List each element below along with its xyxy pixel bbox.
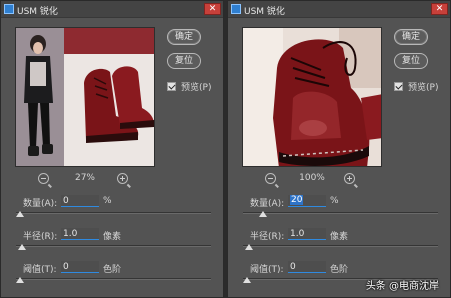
close-button[interactable]: ✕ bbox=[204, 3, 221, 15]
close-button[interactable]: ✕ bbox=[431, 3, 448, 15]
radius-slider[interactable] bbox=[243, 244, 438, 250]
threshold-slider[interactable] bbox=[15, 277, 211, 283]
threshold-slider-thumb[interactable] bbox=[242, 277, 251, 283]
amount-slider-thumb[interactable] bbox=[258, 211, 267, 217]
amount-input[interactable]: 20 bbox=[288, 195, 326, 207]
preview-checkbox[interactable]: 预览(P) bbox=[394, 80, 439, 93]
threshold-slider-thumb[interactable] bbox=[15, 277, 24, 283]
preview-photo bbox=[243, 28, 381, 166]
radius-unit: 像素 bbox=[103, 232, 122, 242]
preview-photo bbox=[16, 28, 154, 166]
zoom-controls: 100% bbox=[242, 173, 382, 188]
amount-input[interactable] bbox=[61, 195, 99, 207]
zoom-in-icon[interactable] bbox=[344, 173, 358, 188]
ok-button[interactable]: 确定 bbox=[394, 29, 428, 45]
threshold-label: 阈值(T): bbox=[23, 265, 57, 275]
radius-label: 半径(R): bbox=[23, 232, 58, 242]
radius-slider-thumb[interactable] bbox=[244, 244, 253, 250]
threshold-label: 阈值(T): bbox=[250, 265, 284, 275]
zoom-out-icon[interactable] bbox=[265, 173, 279, 188]
preview-checkbox[interactable]: 预览(P) bbox=[167, 80, 212, 93]
dialog-title: USM 锐化 bbox=[17, 7, 58, 17]
zoom-level: 100% bbox=[299, 173, 325, 183]
radius-label: 半径(R): bbox=[250, 232, 285, 242]
preview-label: 预览(P) bbox=[408, 82, 439, 93]
watermark: 头条 @电商沈岸 bbox=[365, 281, 439, 292]
preview-label: 预览(P) bbox=[181, 82, 212, 93]
amount-label: 数量(A): bbox=[23, 199, 58, 209]
radius-unit: 像素 bbox=[330, 232, 349, 242]
usm-sharpen-dialog-left: USM 锐化 ✕ 确定 复位 预览(P) 27% 数量(A): 0 % 半径(R… bbox=[0, 0, 224, 298]
radius-slider[interactable] bbox=[16, 244, 211, 250]
zoom-controls: 27% bbox=[15, 173, 155, 188]
photoshop-icon bbox=[4, 4, 14, 14]
radius-input[interactable] bbox=[61, 228, 99, 240]
checkbox-checked-icon[interactable] bbox=[394, 81, 403, 91]
amount-slider[interactable] bbox=[243, 211, 438, 217]
reset-button[interactable]: 复位 bbox=[167, 53, 201, 69]
reset-button[interactable]: 复位 bbox=[394, 53, 428, 69]
threshold-unit: 色阶 bbox=[330, 265, 349, 275]
zoom-in-icon[interactable] bbox=[117, 173, 131, 188]
preview-image[interactable] bbox=[242, 27, 382, 167]
amount-slider[interactable] bbox=[15, 211, 211, 217]
radius-input[interactable] bbox=[288, 228, 326, 240]
amount-slider-thumb[interactable] bbox=[15, 211, 24, 217]
dialog-title: USM 锐化 bbox=[244, 7, 285, 17]
threshold-input[interactable] bbox=[288, 261, 326, 273]
amount-value-selected: 20 bbox=[290, 195, 304, 205]
amount-unit: % bbox=[103, 196, 112, 206]
amount-unit: % bbox=[330, 196, 339, 206]
checkbox-checked-icon[interactable] bbox=[167, 81, 176, 91]
amount-label: 数量(A): bbox=[250, 199, 285, 209]
photoshop-icon bbox=[231, 4, 241, 14]
usm-sharpen-dialog-right: USM 锐化 ✕ 确定 复位 预览(P) 100% 数量(A): 20 % 半径… bbox=[227, 0, 451, 298]
threshold-input[interactable] bbox=[61, 261, 99, 273]
threshold-unit: 色阶 bbox=[103, 265, 122, 275]
zoom-out-icon[interactable] bbox=[38, 173, 52, 188]
title-bar[interactable]: USM 锐化 ✕ bbox=[1, 1, 223, 18]
radius-slider-thumb[interactable] bbox=[17, 244, 26, 250]
preview-image[interactable] bbox=[15, 27, 155, 167]
ok-button[interactable]: 确定 bbox=[167, 29, 201, 45]
zoom-level: 27% bbox=[74, 173, 95, 183]
title-bar[interactable]: USM 锐化 ✕ bbox=[228, 1, 450, 18]
